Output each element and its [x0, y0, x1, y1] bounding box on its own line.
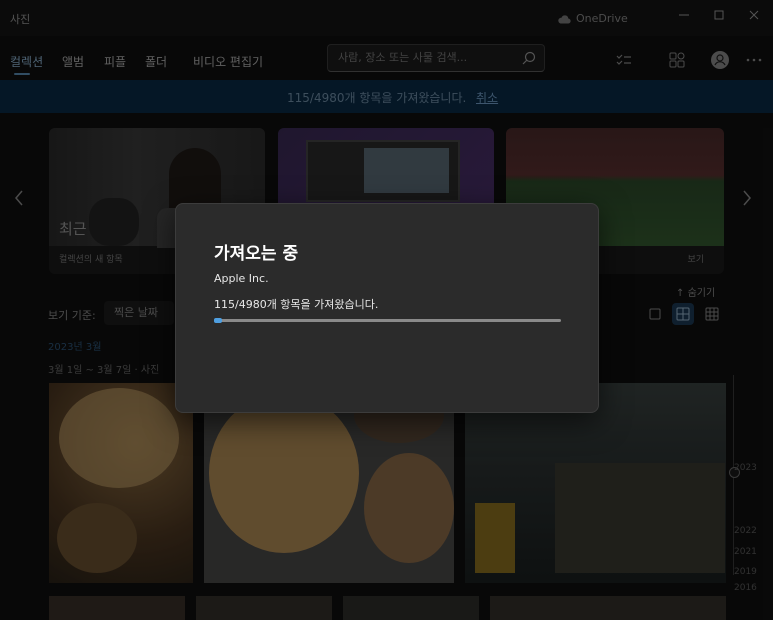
import-dialog: 가져오는 중 Apple Inc. 115/4980개 항목을 가져왔습니다.: [175, 203, 599, 413]
dialog-title: 가져오는 중: [214, 244, 299, 264]
dialog-source: Apple Inc.: [214, 272, 269, 285]
dialog-status: 115/4980개 항목을 가져왔습니다.: [214, 298, 379, 311]
progress-bar-fill: [214, 318, 222, 323]
progress-bar: [214, 318, 561, 323]
